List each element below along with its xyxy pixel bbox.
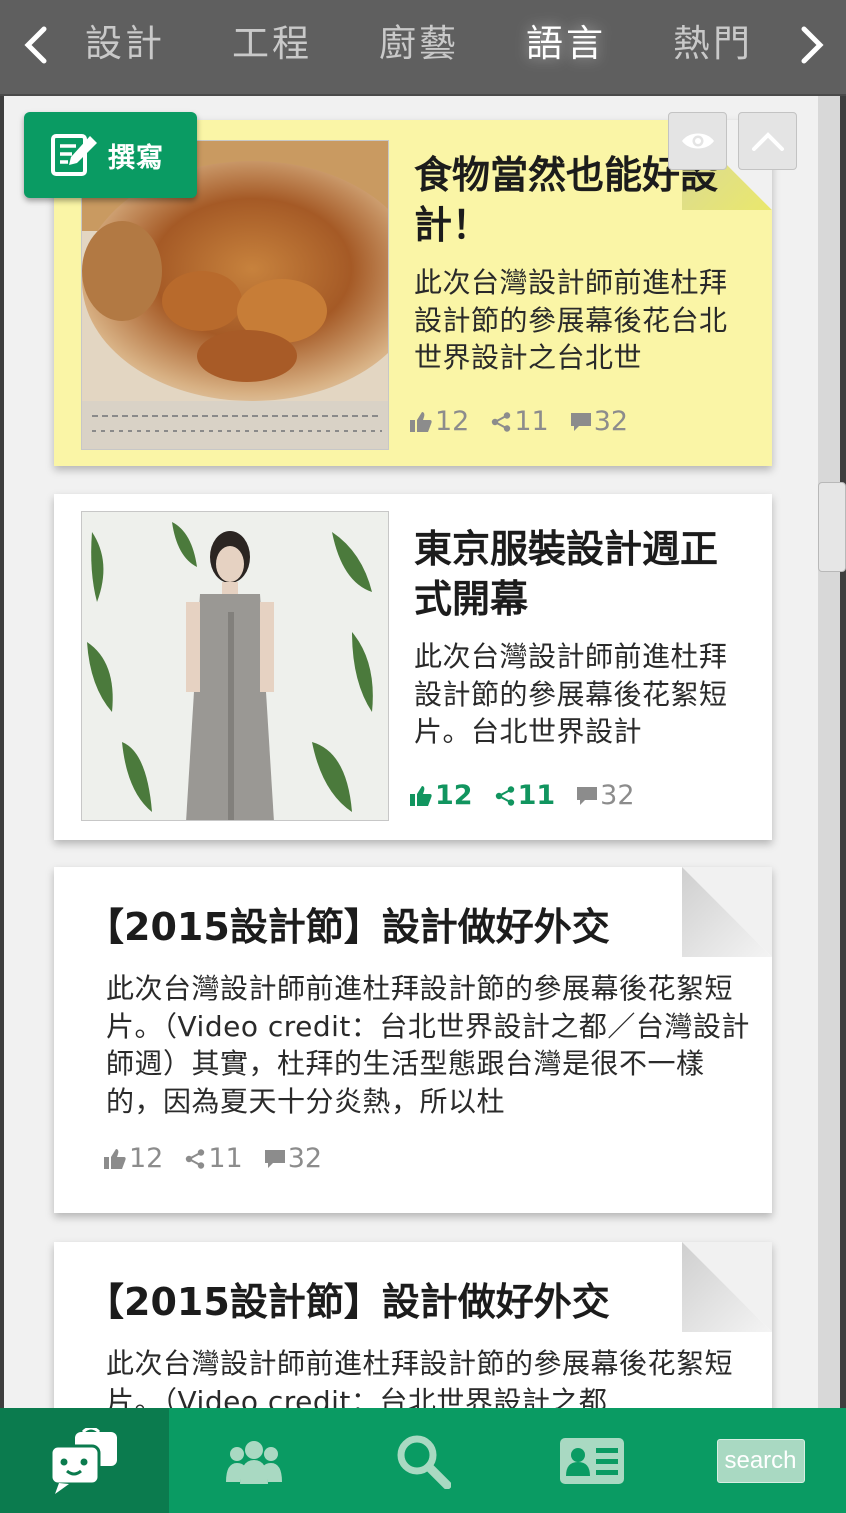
share-icon [186, 1148, 205, 1169]
nav-groups[interactable] [169, 1408, 338, 1513]
article-title: 【2015設計節】設計做好外交 [86, 1280, 610, 1324]
like-count[interactable]: 12 [410, 780, 473, 811]
article-stats: 12 11 32 [104, 1143, 322, 1174]
search-text-button[interactable]: search [716, 1438, 805, 1483]
share-count[interactable]: 11 [491, 406, 549, 437]
tab-language[interactable]: 語言 [501, 20, 631, 68]
scroll-track[interactable] [818, 96, 846, 1408]
article-excerpt: 此次台灣設計師前進杜拜設計節的參展幕後花台北世界設計之台北世 [414, 266, 728, 374]
article-card[interactable]: 【2015設計節】設計做好外交 此次台灣設計師前進杜拜設計節的參展幕後花絮短片。… [54, 867, 772, 1213]
edit-icon [51, 134, 97, 176]
article-card[interactable]: 東京服裝設計週正式開幕 此次台灣設計師前進杜拜設計節的參展幕後花絮短片。台北世界… [54, 494, 772, 840]
comment-icon [264, 1149, 285, 1168]
share-count[interactable]: 11 [185, 1143, 243, 1174]
tab-engineering[interactable]: 工程 [207, 20, 337, 68]
category-bar: 設計 工程 廚藝 語言 熱門 [0, 0, 846, 96]
compose-label: 撰寫 [108, 142, 164, 174]
article-excerpt: 此次台灣設計師前進杜拜設計節的參展幕後花絮短片。（Video credit：台北… [106, 972, 750, 1118]
thumbs-up-icon [410, 785, 432, 806]
nav-search[interactable] [338, 1408, 507, 1513]
nav-profile[interactable] [507, 1408, 676, 1513]
comment-count[interactable]: 32 [577, 780, 635, 811]
article-title: 【2015設計節】設計做好外交 [86, 905, 610, 949]
tab-design[interactable]: 設計 [60, 20, 190, 68]
bottom-navigation: search [0, 1408, 846, 1513]
article-excerpt: 此次台灣設計師前進杜拜設計節的參展幕後花絮短片。台北世界設計 [414, 640, 728, 748]
contact-card-icon [559, 1437, 624, 1484]
comment-count[interactable]: 32 [570, 406, 628, 437]
fashion-model-photo [81, 511, 389, 821]
chevron-left-icon [24, 26, 47, 64]
nav-search-text[interactable]: search [676, 1408, 845, 1513]
like-count[interactable]: 12 [410, 406, 469, 437]
comment-icon [570, 412, 591, 431]
like-count[interactable]: 12 [104, 1143, 163, 1174]
thumbs-up-icon [410, 411, 432, 432]
tab-popular[interactable]: 熱門 [648, 20, 778, 68]
scrollbar-thumb[interactable] [818, 482, 846, 572]
chat-icon [49, 1427, 117, 1494]
search-icon [397, 1435, 451, 1489]
tab-cooking[interactable]: 廚藝 [354, 20, 484, 68]
share-count[interactable]: 11 [495, 780, 555, 811]
article-title: 東京服裝設計週正式開幕 [414, 527, 719, 621]
frame-left-edge [0, 96, 4, 1408]
article-stats: 12 11 32 [410, 406, 628, 437]
scroll-top-button[interactable] [738, 112, 797, 170]
nav-chat[interactable] [0, 1408, 169, 1513]
comment-icon [577, 786, 598, 805]
thumbs-up-icon [104, 1148, 126, 1169]
view-toggle-button[interactable] [668, 112, 727, 170]
compose-button[interactable]: 撰寫 [24, 112, 197, 198]
share-icon [492, 411, 511, 432]
comment-count[interactable]: 32 [264, 1143, 322, 1174]
eye-icon [681, 133, 714, 149]
next-category-button[interactable] [782, 0, 842, 90]
prev-category-button[interactable] [6, 0, 66, 90]
chevron-right-icon [801, 26, 824, 64]
chevron-up-icon [751, 132, 784, 151]
article-stats: 12 11 32 [410, 780, 635, 811]
group-icon [225, 1440, 282, 1484]
share-icon [495, 785, 514, 806]
